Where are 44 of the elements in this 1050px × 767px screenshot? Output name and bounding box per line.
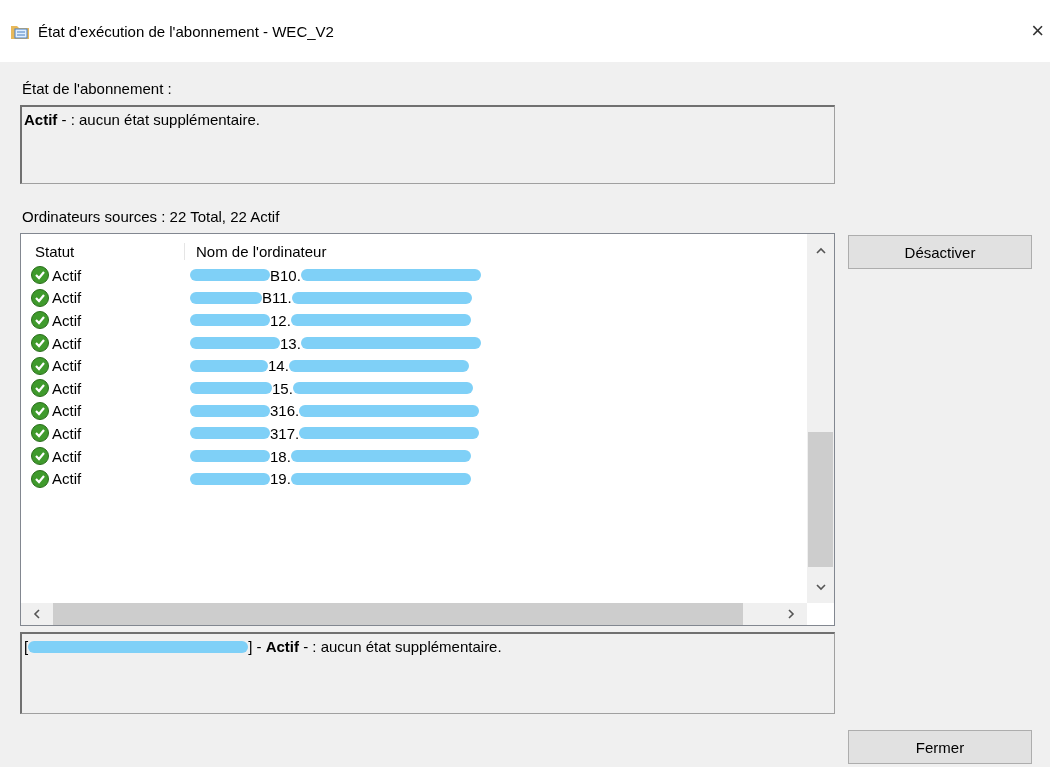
status-text: Actif: [52, 334, 82, 352]
status-text: Actif: [52, 266, 82, 284]
section-label: Ordinateurs sources : 22 Total, 22 Actif: [21, 207, 281, 227]
status-text: Actif: [52, 379, 82, 397]
check-circle-icon: [31, 379, 49, 398]
computer-name: B11.: [262, 289, 292, 307]
check-circle-icon: [31, 266, 49, 285]
status-text: Actif: [52, 447, 82, 465]
state-field[interactable]: Actif - : aucun état supplémentaire.: [20, 105, 835, 184]
column-header[interactable]: Statut: [31, 242, 184, 260]
computer-name: 316.: [270, 402, 300, 420]
close-button[interactable]: Fermer: [848, 730, 1032, 764]
status-text: Actif: [52, 470, 82, 488]
computer-name: 13.: [280, 334, 301, 352]
scrollbar-thumb[interactable]: [53, 603, 743, 625]
status-text: Actif: [52, 357, 82, 375]
computer-name: B10.: [270, 266, 301, 284]
scrollbar-thumb[interactable]: [808, 432, 833, 567]
window-title: État d'exécution de l'abonnement - WEC_V2: [38, 22, 335, 40]
status-text: Actif: [52, 289, 82, 307]
status-text: Actif: [52, 312, 82, 329]
status-text: Actif: [52, 424, 82, 442]
computer-name: 12.: [270, 312, 291, 329]
close-icon[interactable]: ×: [1031, 18, 1044, 44]
check-circle-icon: [31, 447, 49, 466]
redaction-mark: [190, 290, 262, 305]
check-circle-icon: [31, 311, 49, 330]
computer-name: 317.: [270, 424, 300, 442]
detail-text: ] - Actif - : aucun état supplémentaire.: [248, 638, 502, 655]
check-circle-icon: [31, 424, 49, 443]
bracket-text: [: [24, 638, 29, 655]
field-label: État de l'abonnement :: [21, 79, 173, 99]
check-circle-icon: [31, 469, 49, 488]
computer-name: 14.: [268, 357, 289, 375]
detail-field[interactable]: [ ] - Actif - : aucun état supplémentaire.: [20, 632, 835, 714]
check-circle-icon: [31, 401, 49, 420]
computer-name: 15.: [272, 379, 293, 397]
check-circle-icon: [31, 356, 49, 375]
status-text: Actif: [52, 402, 82, 420]
deactivate-button[interactable]: Désactiver: [848, 235, 1032, 269]
computer-name: 18.: [270, 447, 291, 465]
computer-name: 19.: [270, 470, 291, 488]
check-circle-icon: [31, 334, 49, 353]
check-circle-icon: [31, 288, 49, 307]
